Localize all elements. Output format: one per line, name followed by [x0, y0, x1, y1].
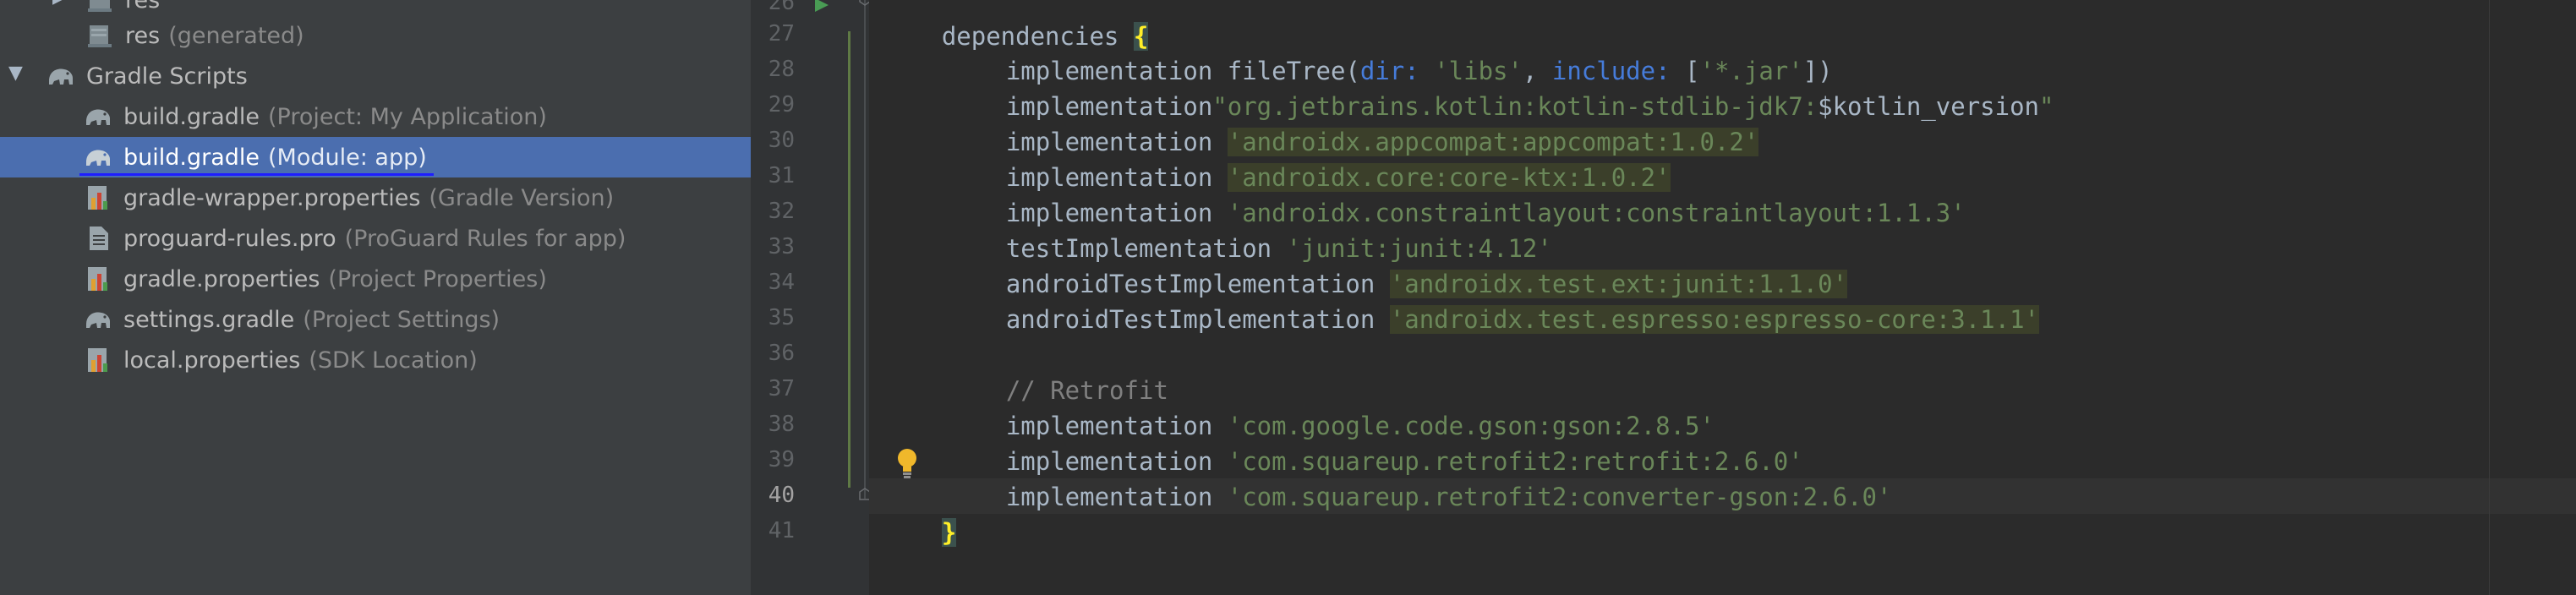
line-number: 33: [768, 234, 795, 259]
folder-icon: [88, 25, 112, 47]
string-literal: ": [2039, 92, 2054, 121]
tree-item-hint: (SDK Location): [309, 347, 478, 374]
code-line-40[interactable]: }: [883, 479, 957, 547]
line-number: 31: [768, 163, 795, 188]
line-number: 34: [768, 270, 795, 295]
code-line-36[interactable]: // Retrofit: [947, 337, 1168, 405]
tree-item-res-generated[interactable]: res (generated): [0, 15, 751, 56]
template-variable: $kotlin_version: [1818, 92, 2040, 121]
tree-item-local-properties[interactable]: local.properties (SDK Location): [0, 340, 751, 380]
tree-item-hint: (Project: My Application): [268, 103, 547, 130]
tree-item-gradle-scripts[interactable]: Gradle Scripts: [0, 56, 751, 96]
line-number: 39: [768, 447, 795, 472]
tree-item-label: gradle.properties: [123, 265, 320, 292]
gradle-elephant-icon: [86, 312, 110, 328]
code-line-31[interactable]: implementation 'androidx.constraintlayou…: [947, 160, 1966, 227]
tree-item-label: res: [125, 22, 161, 49]
code-line-38[interactable]: implementation 'com.squareup.retrofit2:r…: [947, 408, 1803, 476]
tree-item-hint: (ProGuard Rules for app): [344, 225, 626, 252]
tree-item-label: Gradle Scripts: [86, 63, 248, 90]
line-number: 30: [768, 128, 795, 153]
tree-item-hint: (generated): [168, 22, 304, 49]
gradle-elephant-icon: [86, 109, 110, 125]
code-line-30[interactable]: implementation 'androidx.core:core-ktx:1…: [947, 124, 1671, 192]
code-line-37[interactable]: implementation 'com.google.code.gson:gso…: [947, 373, 1715, 440]
right-margin-guide: [2489, 0, 2490, 595]
matched-brace: }: [941, 518, 957, 547]
code-token: implementation: [1005, 483, 1228, 511]
code-line-28[interactable]: implementation"org.jetbrains.kotlin:kotl…: [947, 53, 2054, 121]
line-number: 32: [768, 199, 795, 224]
code-line-29[interactable]: implementation 'androidx.appcompat:appco…: [947, 89, 1759, 156]
selected-item-text: build.gradle (Module: app): [79, 144, 434, 176]
tree-item-label: build.gradle: [123, 144, 260, 171]
gradle-elephant-icon: [49, 68, 73, 85]
line-number-current: 40: [768, 483, 795, 508]
line-number: 28: [768, 57, 795, 82]
code-line-27[interactable]: implementation fileTree(dir: 'libs', inc…: [947, 18, 1833, 85]
string-literal: 'com.squareup.retrofit2:converter-gson:2…: [1227, 483, 1892, 511]
tree-item-gradle-properties[interactable]: gradle.properties (Project Properties): [0, 259, 751, 299]
folder-icon: [88, 0, 112, 12]
text-file-icon: [90, 227, 108, 250]
line-number: 27: [768, 21, 795, 46]
line-number: 41: [768, 518, 795, 543]
line-number: 36: [768, 341, 795, 366]
code-line-39[interactable]: implementation 'com.squareup.retrofit2:c…: [947, 444, 1892, 511]
project-tree-panel[interactable]: ▶ res res (generated) ▼ Gradle Scripts b…: [0, 0, 751, 595]
ide-window: ▶ res res (generated) ▼ Gradle Scripts b…: [0, 0, 2576, 595]
outdated-dependency-string[interactable]: 'androidx.test.espresso:espresso-core:3.…: [1389, 305, 2040, 334]
code-line-33[interactable]: androidTestImplementation 'androidx.test…: [947, 231, 1848, 298]
tree-item-hint: (Project Settings): [303, 306, 500, 333]
fold-guide: [864, 0, 866, 499]
code-line-32[interactable]: testImplementation 'junit:junit:4.12': [947, 195, 1552, 263]
line-number: 29: [768, 92, 795, 117]
properties-file-icon: [88, 348, 107, 372]
line-number: 37: [768, 376, 795, 401]
run-gutter-icon[interactable]: [812, 0, 832, 15]
line-number: 35: [768, 305, 795, 330]
tree-item-proguard-rules[interactable]: proguard-rules.pro (ProGuard Rules for a…: [0, 218, 751, 259]
tree-item-build-gradle-module[interactable]: build.gradle (Module: app): [0, 137, 751, 177]
vcs-change-marker[interactable]: [848, 31, 850, 488]
properties-file-icon: [88, 267, 107, 291]
line-number: 38: [768, 412, 795, 437]
tree-item-label: settings.gradle: [123, 306, 295, 333]
gradle-elephant-icon: [86, 150, 110, 166]
tree-item-label: gradle-wrapper.properties: [123, 184, 421, 211]
tree-item-label: build.gradle: [123, 103, 260, 130]
tree-item-hint: (Module: app): [268, 144, 427, 171]
lightbulb-intention-icon[interactable]: [894, 446, 920, 480]
code-token: androidTestImplementation: [1005, 305, 1390, 334]
tree-item-build-gradle-project[interactable]: build.gradle (Project: My Application): [0, 96, 751, 137]
line-number: 26: [768, 0, 795, 15]
code-line-26[interactable]: dependencies {: [883, 0, 1149, 51]
tree-item-gradle-wrapper-properties[interactable]: gradle-wrapper.properties (Gradle Versio…: [0, 177, 751, 218]
tree-item-hint: (Gradle Version): [429, 184, 615, 211]
tree-item-settings-gradle[interactable]: settings.gradle (Project Settings): [0, 299, 751, 340]
tree-item-label: proguard-rules.pro: [123, 225, 336, 252]
tree-item-label: local.properties: [123, 347, 301, 374]
properties-file-icon: [88, 186, 107, 210]
code-line-34[interactable]: androidTestImplementation 'androidx.test…: [947, 266, 2040, 334]
tree-item-hint: (Project Properties): [328, 265, 547, 292]
tree-item-label: res: [125, 0, 161, 14]
